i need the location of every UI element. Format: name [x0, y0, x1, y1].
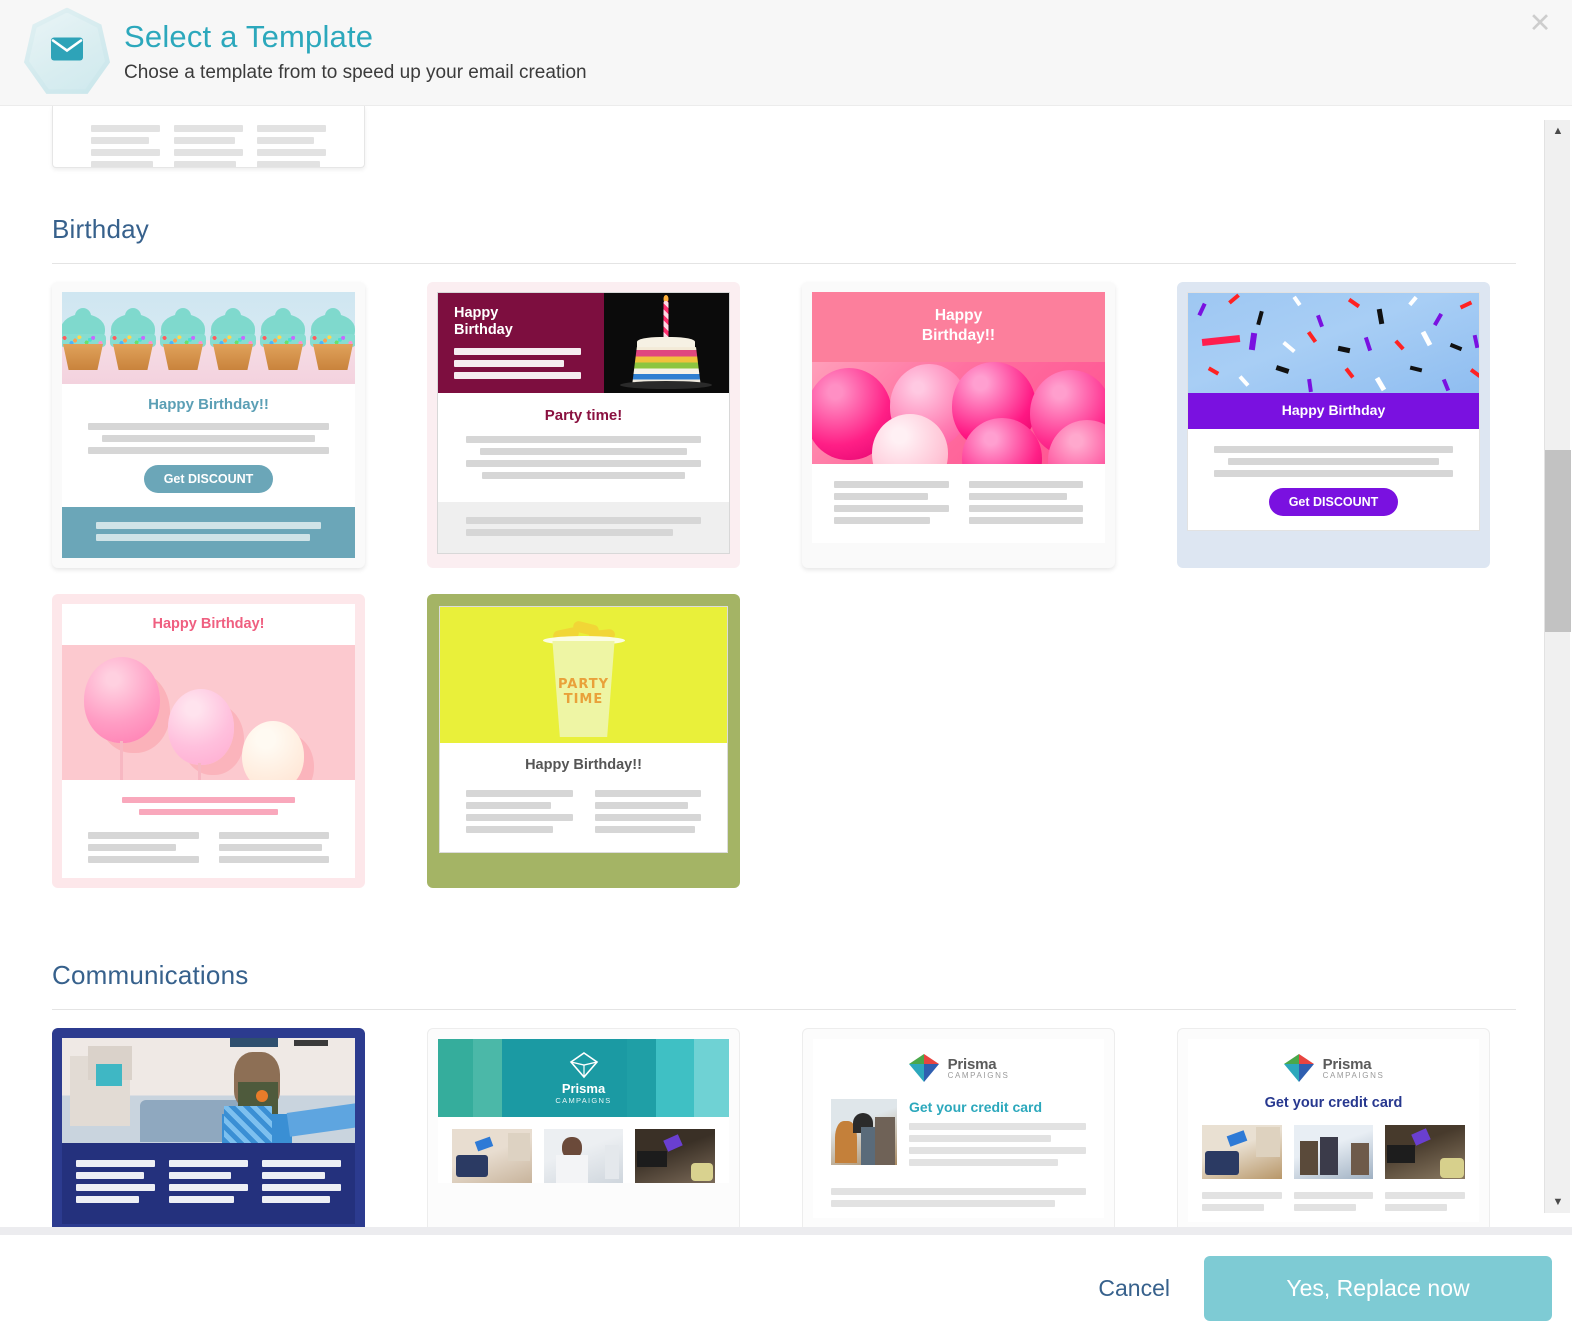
- lifestyle-photo: [62, 1038, 355, 1143]
- section-title-communications: Communications: [52, 960, 249, 990]
- section-divider: [52, 1009, 1516, 1010]
- thumb-photo: [452, 1129, 532, 1183]
- template-headline: Happy Birthday!: [62, 604, 355, 645]
- template-headline: Happy Birthday!!: [525, 757, 642, 773]
- template-card-pale-pink-balloons[interactable]: Happy Birthday!: [52, 594, 365, 888]
- envelope-icon: [24, 7, 110, 98]
- template-card-credit-card-teal[interactable]: Prisma CAMPAIGNS Get your credit card: [802, 1028, 1115, 1227]
- close-icon[interactable]: ✕: [1526, 10, 1554, 38]
- template-card-cake-maroon[interactable]: Happy Birthday Party time!: [427, 282, 740, 568]
- template-headline: Get your credit card: [1264, 1095, 1403, 1111]
- thumb-photo: [1385, 1125, 1466, 1179]
- party-cup-photo: PARTY TIME: [440, 607, 727, 743]
- modal-header: Select a Template Chose a template from …: [0, 0, 1572, 106]
- template-card-pink-balloons[interactable]: Happy Birthday!!: [802, 282, 1115, 568]
- thumb-photo: [1202, 1125, 1282, 1179]
- template-list: Birthday Happy Birthday!! Get DISCOUNT H…: [0, 106, 1524, 1227]
- template-card-party-time-cup[interactable]: PARTY TIME Happy Birthday!!: [427, 594, 740, 888]
- footer-divider: [0, 1227, 1572, 1235]
- cake-photo: [603, 293, 729, 393]
- template-banner-title: Happy Birthday: [454, 305, 513, 338]
- partial-template-card-above[interactable]: [52, 106, 365, 168]
- template-cta-button[interactable]: Get DISCOUNT: [143, 465, 274, 493]
- page-subtitle: Chose a template from to speed up your e…: [124, 61, 587, 83]
- template-card-credit-card-navy[interactable]: Prisma CAMPAIGNS Get your credit card: [1177, 1028, 1490, 1227]
- scroll-up-arrow[interactable]: ▲: [1545, 120, 1571, 142]
- cancel-button[interactable]: Cancel: [1064, 1265, 1204, 1312]
- scroll-down-arrow[interactable]: ▼: [1545, 1191, 1571, 1213]
- pale-balloons-photo: [62, 645, 355, 780]
- cupcakes-photo: [62, 292, 355, 384]
- brand-name: Prisma: [947, 1055, 997, 1073]
- template-cta-button[interactable]: Get DISCOUNT: [1268, 488, 1399, 516]
- vertical-scrollbar[interactable]: ▲ ▼: [1544, 120, 1571, 1213]
- confirm-replace-button[interactable]: Yes, Replace now: [1204, 1256, 1552, 1321]
- page-title: Select a Template: [124, 18, 374, 54]
- pink-balloons-photo: [812, 362, 1105, 464]
- brand-subtitle: CAMPAIGNS: [555, 1096, 612, 1105]
- birthday-template-grid: Happy Birthday!! Get DISCOUNT Happy Birt…: [52, 282, 1516, 914]
- brand-name: Prisma: [1322, 1055, 1372, 1073]
- scrollbar-thumb[interactable]: [1545, 450, 1571, 632]
- section-divider: [52, 263, 1516, 264]
- confetti-photo: [1188, 293, 1479, 393]
- prisma-teal-banner: Prisma CAMPAIGNS: [438, 1039, 729, 1117]
- template-headline: Get your credit card: [909, 1099, 1043, 1115]
- envelope-glyph: [51, 37, 83, 61]
- template-card-cupcakes[interactable]: Happy Birthday!! Get DISCOUNT: [52, 282, 365, 568]
- template-headline: Happy Birthday!!: [812, 292, 1105, 362]
- section-title-birthday: Birthday: [52, 214, 149, 244]
- template-scroll-body: Birthday Happy Birthday!! Get DISCOUNT H…: [0, 106, 1572, 1227]
- thumb-photo: [543, 1129, 624, 1183]
- brand-subtitle: CAMPAIGNS: [1322, 1070, 1385, 1080]
- prisma-logo-icon: [908, 1054, 939, 1082]
- prisma-logo-icon: [569, 1052, 598, 1079]
- select-template-modal: Select a Template Chose a template from …: [0, 0, 1572, 1342]
- prisma-logo-icon: [1283, 1054, 1314, 1082]
- thumb-photo: [831, 1099, 897, 1165]
- modal-footer: Cancel Yes, Replace now: [0, 1235, 1572, 1342]
- template-headline: Party time!: [544, 407, 623, 424]
- template-headline: Happy Birthday!!: [148, 396, 269, 413]
- template-card-prisma-teal-banner[interactable]: Prisma CAMPAIGNS: [427, 1028, 740, 1227]
- template-card-navy-lifestyle[interactable]: [52, 1028, 365, 1227]
- brand-name: Prisma: [561, 1081, 606, 1096]
- cup-image-text: PARTY TIME: [557, 677, 610, 707]
- template-card-confetti-purple[interactable]: Happy Birthday Get DISCOUNT: [1177, 282, 1490, 568]
- thumb-photo: [1293, 1125, 1374, 1179]
- brand-subtitle: CAMPAIGNS: [947, 1070, 1010, 1080]
- template-headline: Happy Birthday: [1188, 393, 1479, 429]
- thumb-photo: [635, 1129, 716, 1183]
- template-footer-band: [62, 507, 355, 558]
- communications-template-grid: Prisma CAMPAIGNS Prisma CAMPAIGNS Get yo…: [52, 1028, 1516, 1227]
